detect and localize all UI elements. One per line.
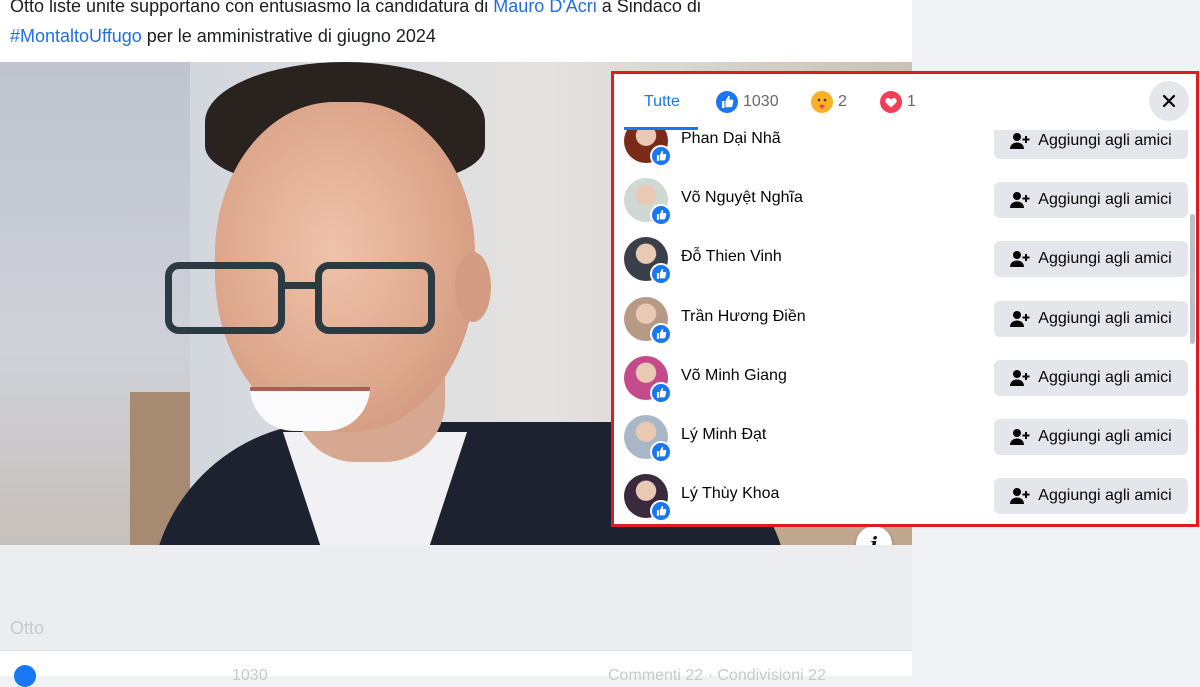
- list-item: Võ Minh Giang Aggiungi agli amici: [614, 349, 1196, 408]
- love-icon: [880, 91, 902, 113]
- caption-faded-text: Otto: [10, 618, 45, 638]
- mention-link[interactable]: Mauro D'Acri: [493, 0, 596, 16]
- active-tab-indicator: [624, 127, 698, 130]
- like-badge-icon: [650, 500, 672, 523]
- add-friend-icon: [1010, 369, 1030, 386]
- tab-love[interactable]: 1: [880, 74, 916, 130]
- tab-love-count: 1: [907, 93, 916, 110]
- post-text-end: per le amministrative di giugno 2024: [141, 26, 436, 46]
- add-friend-icon: [1010, 133, 1030, 149]
- comments-shares-count[interactable]: Commenti 22 · Condivisioni 22: [608, 667, 826, 685]
- add-friend-label: Aggiungi agli amici: [1038, 487, 1172, 505]
- add-friend-button[interactable]: Aggiungi agli amici: [994, 300, 1188, 337]
- reaction-tabs: Tutte 1030 2 1: [614, 74, 1196, 130]
- list-item: Lý Minh Đạt Aggiungi agli amici: [614, 408, 1196, 467]
- tab-like[interactable]: 1030: [716, 74, 779, 130]
- person-name[interactable]: Võ Nguyệt Nghĩa: [681, 189, 803, 207]
- care-icon: [811, 91, 833, 113]
- scrollbar[interactable]: [1190, 214, 1195, 344]
- add-friend-icon: [1010, 310, 1030, 327]
- add-friend-icon: [1010, 428, 1030, 445]
- close-button[interactable]: [1149, 81, 1189, 121]
- post-text: Otto liste unite supportano con entusias…: [10, 0, 890, 51]
- list-item: Lý Thùy Khoa Aggiungi agli amici: [614, 467, 1196, 524]
- person-name[interactable]: Lý Minh Đạt: [681, 426, 766, 444]
- list-item: Đỗ Thien Vinh Aggiungi agli amici: [614, 230, 1196, 289]
- reaction-count[interactable]: 1030: [232, 667, 268, 685]
- tab-care-count: 2: [838, 93, 847, 110]
- reactions-dialog: Tutte 1030 2 1 Phan Dại Nhã Aggiungi agli…: [611, 71, 1199, 527]
- add-friend-label: Aggiungi agli amici: [1038, 368, 1172, 386]
- post-text-middle: a Sindaco di: [596, 0, 701, 16]
- person-name[interactable]: Trần Hương Điền: [681, 308, 806, 326]
- post-stats-row: 1030 Commenti 22 · Condivisioni 22: [0, 650, 912, 687]
- caption-area: [0, 545, 912, 650]
- person-name[interactable]: Phan Dại Nhã: [681, 130, 781, 148]
- add-friend-label: Aggiungi agli amici: [1038, 427, 1172, 445]
- person-name[interactable]: Đỗ Thien Vinh: [681, 248, 782, 266]
- tab-all-label: Tutte: [644, 93, 680, 110]
- add-friend-button[interactable]: Aggiungi agli amici: [994, 241, 1188, 278]
- tab-like-count: 1030: [743, 93, 779, 110]
- add-friend-button[interactable]: Aggiungi agli amici: [994, 418, 1188, 455]
- post-text-start: Otto liste unite supportano con entusias…: [10, 0, 494, 16]
- like-badge-icon: [650, 322, 672, 345]
- person-name[interactable]: Lý Thùy Khoa: [681, 485, 779, 503]
- close-icon: [1162, 94, 1176, 108]
- like-badge-icon: [650, 145, 672, 167]
- add-friend-label: Aggiungi agli amici: [1038, 132, 1172, 149]
- list-item: Trần Hương Điền Aggiungi agli amici: [614, 290, 1196, 349]
- hashtag-link[interactable]: #MontaltoUffugo: [10, 26, 142, 46]
- tab-all[interactable]: Tutte: [644, 74, 680, 130]
- add-friend-button[interactable]: Aggiungi agli amici: [994, 359, 1188, 396]
- like-badge-icon: [650, 440, 672, 463]
- add-friend-label: Aggiungi agli amici: [1038, 191, 1172, 209]
- add-friend-button[interactable]: Aggiungi agli amici: [994, 478, 1188, 515]
- add-friend-icon: [1010, 192, 1030, 209]
- tab-care[interactable]: 2: [811, 74, 847, 130]
- like-badge-icon: [650, 263, 672, 286]
- reactors-list: Phan Dại Nhã Aggiungi agli amici Võ Nguyệt…: [614, 112, 1196, 524]
- list-item: Võ Nguyệt Nghĩa Aggiungi agli amici: [614, 171, 1196, 230]
- add-friend-icon: [1010, 251, 1030, 268]
- like-icon: [14, 665, 36, 687]
- person-name[interactable]: Võ Minh Giang: [681, 367, 787, 385]
- add-friend-icon: [1010, 488, 1030, 505]
- add-friend-button[interactable]: Aggiungi agli amici: [994, 182, 1188, 219]
- like-icon: [716, 91, 738, 113]
- add-friend-label: Aggiungi agli amici: [1038, 250, 1172, 268]
- add-friend-label: Aggiungi agli amici: [1038, 309, 1172, 327]
- like-badge-icon: [650, 381, 672, 404]
- like-badge-icon: [650, 204, 672, 227]
